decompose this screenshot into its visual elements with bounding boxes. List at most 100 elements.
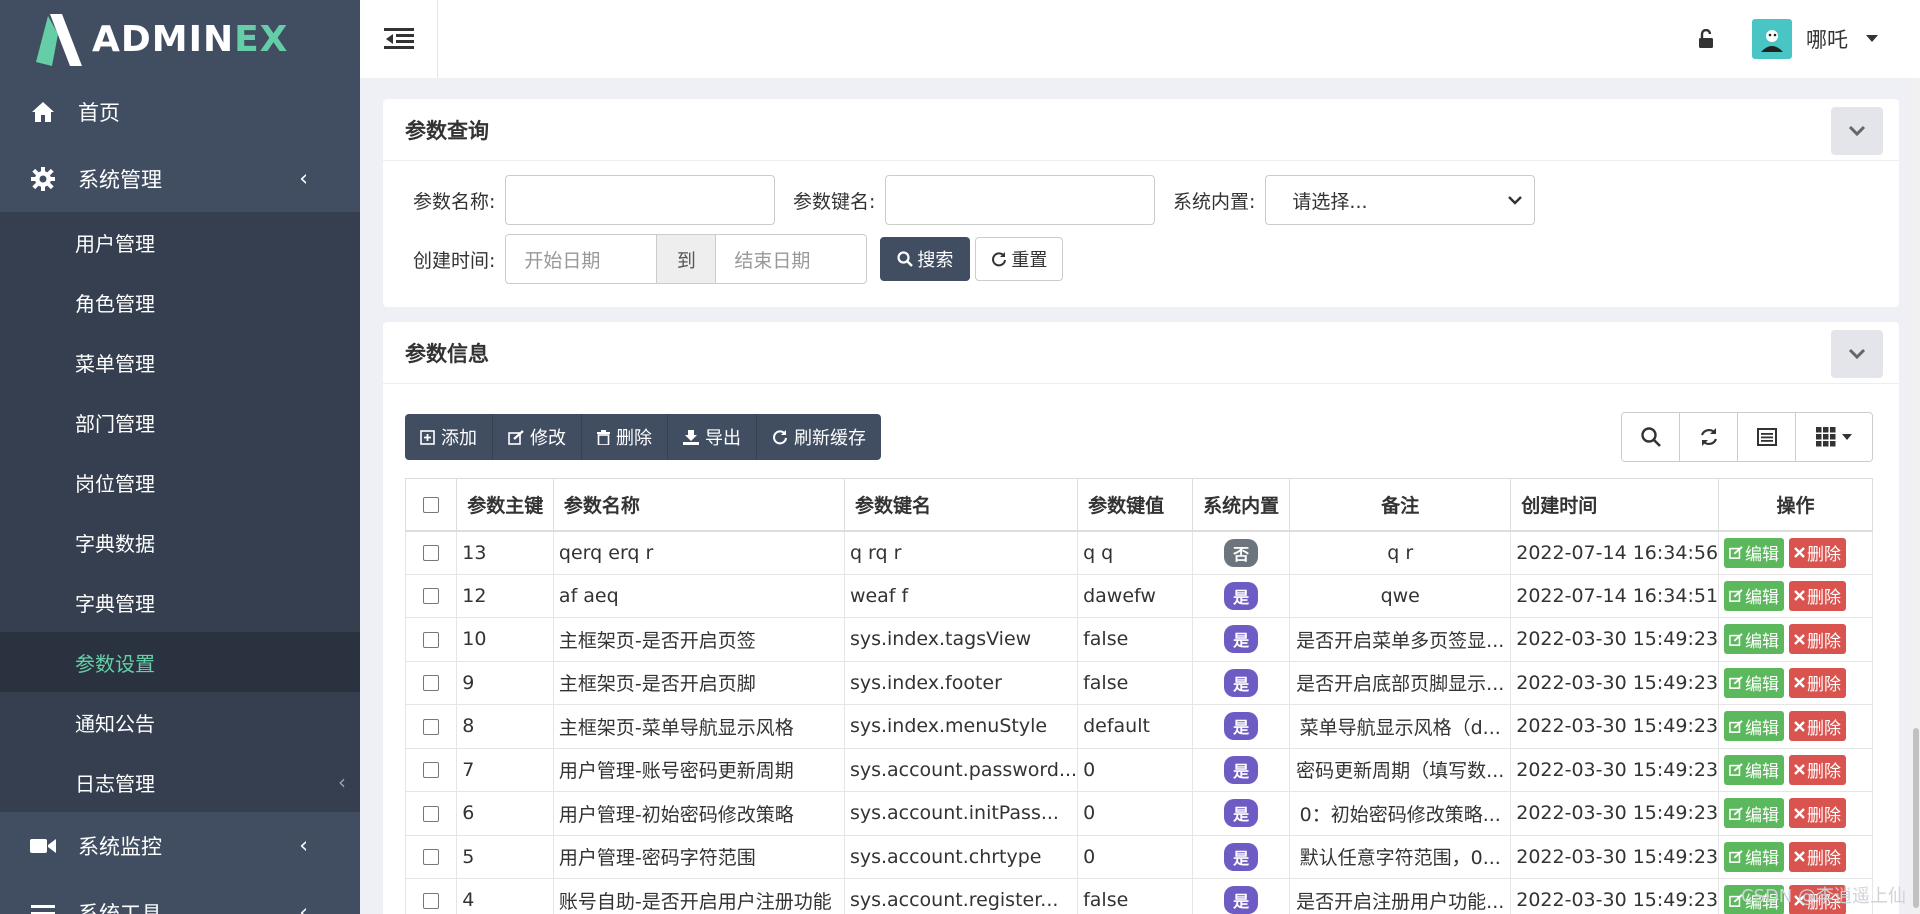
- row-checkbox-cell[interactable]: [404, 704, 458, 749]
- col-header-id[interactable]: 参数主键: [456, 478, 554, 532]
- table-row[interactable]: 5 用户管理-密码字符范围 sys.account.chrtype 0 是 默认任意字符范…: [404, 834, 1873, 879]
- sidebar-item-dict-data[interactable]: 字典数据: [0, 512, 360, 572]
- select-all-checkbox-cell[interactable]: [404, 478, 458, 532]
- row-checkbox[interactable]: [423, 805, 440, 822]
- row-edit-button[interactable]: 编辑: [1724, 711, 1785, 742]
- sidebar: ADMINEX 首页 系统管理 ‹ 用户管理 角色管理 菜单管理 部门管理 岗位…: [0, 0, 360, 914]
- row-edit-button[interactable]: 编辑: [1724, 754, 1785, 785]
- row-checkbox-cell[interactable]: [404, 747, 458, 792]
- sidebar-item-log[interactable]: 日志管理 ‹: [0, 752, 360, 812]
- row-checkbox[interactable]: [423, 762, 440, 779]
- col-header-builtin[interactable]: 系统内置: [1192, 478, 1291, 532]
- page-scrollbar[interactable]: [1912, 78, 1920, 914]
- add-button[interactable]: 添加: [405, 414, 493, 460]
- row-delete-button[interactable]: 删除: [1789, 624, 1847, 655]
- table-refresh-button[interactable]: [1680, 413, 1738, 461]
- sidebar-item-menu[interactable]: 菜单管理: [0, 332, 360, 392]
- row-delete-button[interactable]: 删除: [1789, 798, 1847, 829]
- row-checkbox-cell[interactable]: [404, 834, 458, 879]
- row-checkbox-cell[interactable]: [404, 791, 458, 836]
- table-toggle-view-button[interactable]: [1738, 413, 1796, 461]
- end-date-input[interactable]: 结束日期: [716, 235, 866, 283]
- logo-text-main: ADMIN: [92, 18, 235, 60]
- row-edit-button[interactable]: 编辑: [1724, 537, 1785, 568]
- user-name[interactable]: 哪吒: [1806, 24, 1848, 54]
- avatar[interactable]: [1752, 19, 1792, 59]
- row-delete-button[interactable]: 删除: [1789, 711, 1847, 742]
- row-checkbox-cell[interactable]: [404, 660, 458, 705]
- col-header-time[interactable]: 创建时间: [1510, 478, 1720, 532]
- delete-button[interactable]: 删除: [582, 414, 668, 460]
- nav-system[interactable]: 系统管理 ‹: [0, 145, 360, 212]
- row-edit-button[interactable]: 编辑: [1724, 624, 1785, 655]
- table-row[interactable]: 9 主框架页-是否开启页脚 sys.index.footer false 是 是否开启底部…: [404, 660, 1873, 705]
- sidebar-item-notice[interactable]: 通知公告: [0, 692, 360, 752]
- row-delete-button[interactable]: 删除: [1789, 667, 1847, 698]
- nav-home[interactable]: 首页: [0, 78, 360, 145]
- sidebar-toggle-button[interactable]: [360, 0, 438, 78]
- row-edit-button[interactable]: 编辑: [1724, 841, 1785, 872]
- col-header-value[interactable]: 参数键值: [1077, 478, 1194, 532]
- search-button[interactable]: 搜索: [880, 237, 971, 281]
- row-delete-button[interactable]: 删除: [1789, 754, 1847, 785]
- caret-down-icon[interactable]: [1866, 35, 1878, 43]
- export-button[interactable]: 导出: [668, 414, 757, 460]
- table-row[interactable]: 12 af aeq weaf f dawefw 是 qwe 2022-07-14 16:34…: [404, 573, 1873, 618]
- lock-icon[interactable]: [1698, 29, 1714, 49]
- reset-button[interactable]: 重置: [975, 237, 1064, 281]
- sidebar-item-user[interactable]: 用户管理: [0, 212, 360, 272]
- select-all-checkbox[interactable]: [423, 496, 440, 513]
- cell-id: 10: [456, 617, 554, 662]
- sidebar-item-config[interactable]: 参数设置: [0, 632, 360, 692]
- row-checkbox[interactable]: [423, 892, 440, 909]
- sidebar-item-dept[interactable]: 部门管理: [0, 392, 360, 452]
- edit-button[interactable]: 修改: [493, 414, 582, 460]
- table-columns-button[interactable]: [1796, 413, 1872, 461]
- search-icon: [897, 251, 914, 267]
- row-checkbox[interactable]: [423, 588, 440, 605]
- table-row[interactable]: 7 用户管理-账号密码更新周期 sys.account.password... 0 是 密…: [404, 747, 1873, 792]
- row-edit-button[interactable]: 编辑: [1724, 580, 1785, 611]
- row-checkbox[interactable]: [423, 631, 440, 648]
- row-checkbox-cell[interactable]: [404, 530, 458, 575]
- collapse-button[interactable]: [1831, 330, 1883, 378]
- param-name-input[interactable]: [505, 175, 776, 225]
- table-search-button[interactable]: [1622, 413, 1680, 461]
- table-row[interactable]: 8 主框架页-菜单导航显示风格 sys.index.menuStyle default…: [404, 704, 1873, 749]
- search-button-label: 搜索: [917, 250, 954, 271]
- col-header-key[interactable]: 参数键名: [843, 478, 1079, 532]
- col-header-name[interactable]: 参数名称: [552, 478, 845, 532]
- table-row[interactable]: 13 qerq erq rq rq rq q 否 q r 2022-07-14 16:3…: [404, 530, 1873, 575]
- table-row[interactable]: 4 账号自助-是否开启用户注册功能 sys.account.register... f…: [404, 878, 1873, 914]
- builtin-select[interactable]: 请选择...: [1265, 175, 1536, 225]
- start-date-input[interactable]: 开始日期: [506, 235, 656, 283]
- refresh-cache-button[interactable]: 刷新缓存: [757, 414, 881, 460]
- row-delete-button[interactable]: 删除: [1789, 537, 1847, 568]
- logo[interactable]: ADMINEX: [0, 0, 360, 78]
- builtin-badge: 是: [1224, 886, 1259, 914]
- table-row[interactable]: 6 用户管理-初始密码修改策略 sys.account.initPass... 0 是 0…: [404, 791, 1873, 836]
- nav-tools[interactable]: 系统工具 ‹: [0, 879, 360, 914]
- row-checkbox[interactable]: [423, 718, 440, 735]
- row-checkbox-cell[interactable]: [404, 573, 458, 618]
- collapse-button[interactable]: [1831, 107, 1883, 155]
- row-checkbox[interactable]: [423, 849, 440, 866]
- sidebar-item-dict-manage[interactable]: 字典管理: [0, 572, 360, 632]
- nav-monitor[interactable]: 系统监控 ‹: [0, 812, 360, 879]
- table-row[interactable]: 10 主框架页-是否开启页签 sys.index.tagsView false 是 是否开…: [404, 617, 1873, 662]
- row-delete-button[interactable]: 删除: [1789, 841, 1847, 872]
- row-checkbox-cell[interactable]: [404, 617, 458, 662]
- row-edit-button[interactable]: 编辑: [1724, 798, 1785, 829]
- row-checkbox[interactable]: [423, 675, 440, 692]
- cell-time: 2022-03-30 15:49:23: [1510, 747, 1720, 792]
- page-scrollbar-thumb[interactable]: [1913, 728, 1919, 908]
- col-header-remark[interactable]: 备注: [1289, 478, 1512, 532]
- sidebar-item-role[interactable]: 角色管理: [0, 272, 360, 332]
- row-checkbox-cell[interactable]: [404, 878, 458, 914]
- param-key-input[interactable]: [885, 175, 1156, 225]
- sidebar-item-post[interactable]: 岗位管理: [0, 452, 360, 512]
- row-edit-button[interactable]: 编辑: [1724, 667, 1785, 698]
- row-checkbox[interactable]: [423, 545, 440, 561]
- param-key-label: 参数键名:: [793, 190, 876, 213]
- row-delete-button[interactable]: 删除: [1789, 580, 1847, 611]
